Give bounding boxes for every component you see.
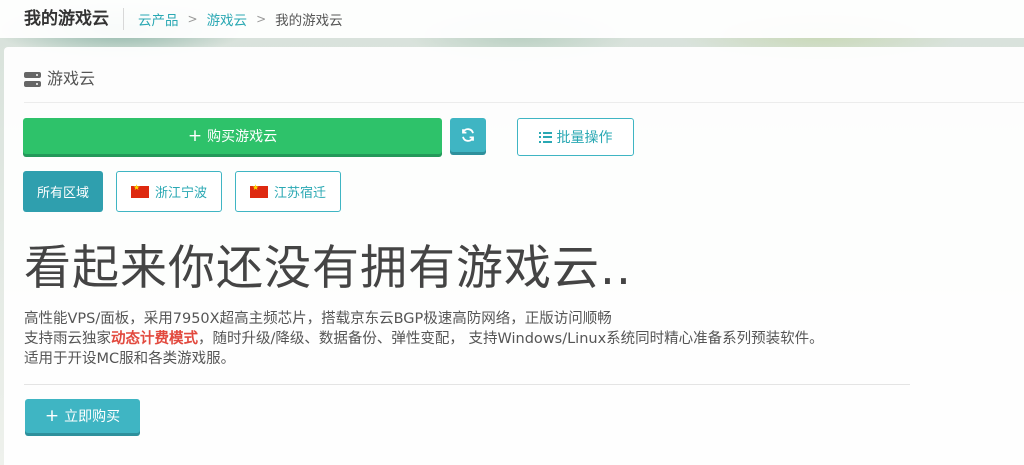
description-line-2-prefix: 支持雨云独家 bbox=[24, 331, 111, 347]
region-zhejiang-ningbo-button[interactable]: 浙江宁波 bbox=[116, 171, 222, 212]
description-line-2: 支持雨云独家动态计费模式，随时升级/降级、数据备份、弹性变配， 支持Window… bbox=[24, 329, 1014, 349]
breadcrumb-game-cloud[interactable]: 游戏云 bbox=[207, 9, 248, 29]
cn-flag-icon bbox=[249, 183, 268, 198]
description-line-1: 高性能VPS/面板，采用7950X超高主频芯片，搭载京东云BGP极速高防网络，正… bbox=[24, 311, 612, 327]
buy-game-cloud-button[interactable]: + 购买游戏云 bbox=[23, 118, 442, 154]
buy-now-button[interactable]: + 立即购买 bbox=[25, 399, 140, 433]
breadcrumb-cloud-products[interactable]: 云产品 bbox=[138, 9, 179, 29]
cn-flag-icon bbox=[130, 183, 149, 198]
plus-icon: + bbox=[187, 125, 203, 146]
empty-state-headline: 看起来你还没有拥有游戏云.. bbox=[24, 241, 632, 296]
region-all-label: 所有区域 bbox=[36, 186, 89, 201]
breadcrumb-current: 我的游戏云 bbox=[275, 13, 343, 29]
server-icon bbox=[24, 72, 41, 87]
game-cloud-panel: 游戏云 + 购买游戏云 批量操作 所有区域 浙江宁波 江苏宿迁 看起来你还没有拥… bbox=[4, 47, 1024, 465]
top-bar: 我的游戏云 云产品 > 游戏云 > 我的游戏云 bbox=[0, 0, 1024, 38]
buy-game-cloud-label: 购买游戏云 bbox=[207, 129, 278, 145]
description-line-3: 适用于开设MC服和各类游戏服。 bbox=[24, 351, 236, 367]
region-all-button[interactable]: 所有区域 bbox=[23, 171, 103, 212]
product-description: 高性能VPS/面板，采用7950X超高主频芯片，搭载京东云BGP极速高防网络，正… bbox=[24, 309, 1014, 369]
batch-operation-button[interactable]: 批量操作 bbox=[517, 118, 634, 156]
refresh-icon bbox=[462, 128, 474, 142]
description-line-2-suffix: ，随时升级/降级、数据备份、弹性变配， 支持Windows/Linux系统同时精… bbox=[198, 331, 824, 347]
dynamic-billing-highlight: 动态计费模式 bbox=[111, 331, 198, 347]
list-icon bbox=[538, 131, 552, 143]
panel-header: 游戏云 bbox=[24, 67, 1024, 103]
region-jiangsu-suqian-label: 江苏宿迁 bbox=[273, 186, 326, 201]
buy-now-label: 立即购买 bbox=[64, 409, 121, 425]
breadcrumb: 云产品 > 游戏云 > 我的游戏云 bbox=[138, 9, 343, 29]
divider bbox=[24, 384, 910, 385]
page-title: 我的游戏云 bbox=[24, 8, 124, 30]
region-jiangsu-suqian-button[interactable]: 江苏宿迁 bbox=[235, 171, 341, 212]
plus-icon: + bbox=[44, 405, 60, 426]
region-zhejiang-ningbo-label: 浙江宁波 bbox=[154, 186, 207, 201]
chevron-right-icon: > bbox=[256, 12, 267, 26]
chevron-right-icon: > bbox=[187, 12, 198, 26]
batch-operation-label: 批量操作 bbox=[556, 130, 613, 146]
refresh-button[interactable] bbox=[450, 118, 486, 152]
panel-title: 游戏云 bbox=[47, 69, 96, 88]
